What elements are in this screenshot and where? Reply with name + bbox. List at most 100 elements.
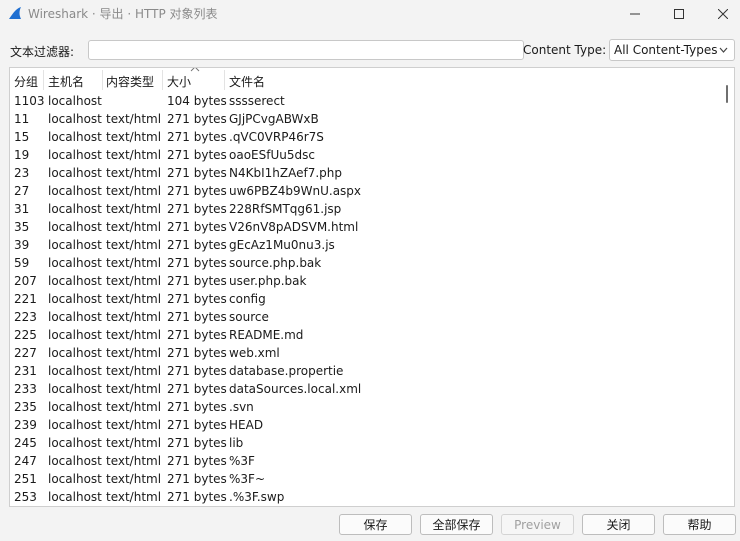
title-bar: Wireshark · 导出 · HTTP 对象列表 bbox=[0, 0, 740, 28]
maximize-button[interactable] bbox=[656, 0, 702, 28]
cell-filename: uw6PBZ4b9WnU.aspx bbox=[229, 184, 362, 198]
window-title: Wireshark · 导出 · HTTP 对象列表 bbox=[28, 7, 218, 21]
table-row[interactable]: 225 localhost text/html 271 bytes README.md bbox=[10, 327, 718, 345]
close-button[interactable]: 关闭 bbox=[582, 514, 655, 535]
column-header-filename[interactable]: 文件名 bbox=[229, 73, 265, 90]
cell-hostname: localhost bbox=[48, 148, 102, 162]
minimize-button[interactable] bbox=[612, 0, 658, 28]
table-row[interactable]: 231 localhost text/html 271 bytes database.p… bbox=[10, 363, 718, 381]
table-row[interactable]: 35 localhost text/html 271 bytes V26nV8pADSV… bbox=[10, 219, 718, 237]
table-row[interactable]: 239 localhost text/html 271 bytes HEAD bbox=[10, 417, 718, 435]
text-filter-label: 文本过滤器: bbox=[10, 45, 75, 59]
table-row[interactable]: 253 localhost text/html 271 bytes .%3F.swp bbox=[10, 489, 718, 506]
close-window-button[interactable] bbox=[700, 0, 740, 28]
table-row[interactable]: 11 localhost text/html 271 bytes GJjPCvgABWx… bbox=[10, 111, 718, 129]
cell-size: 271 bytes bbox=[167, 202, 227, 216]
column-divider bbox=[102, 70, 103, 90]
cell-size: 271 bytes bbox=[167, 472, 227, 486]
cell-hostname: localhost bbox=[48, 364, 102, 378]
cell-size: 271 bytes bbox=[167, 382, 227, 396]
cell-hostname: localhost bbox=[48, 274, 102, 288]
http-object-table[interactable]: 分组 主机名 内容类型 大小 文件名 1103 localhost 104 byte… bbox=[9, 67, 735, 507]
content-type-value: All Content-Types bbox=[614, 43, 718, 57]
cell-content-type: text/html bbox=[106, 274, 162, 288]
cell-content-type: text/html bbox=[106, 328, 162, 342]
table-row[interactable]: 15 localhost text/html 271 bytes .qVC0VRP46r… bbox=[10, 129, 718, 147]
cell-content-type: text/html bbox=[106, 454, 162, 468]
table-row[interactable]: 23 localhost text/html 271 bytes N4KbI1hZAef… bbox=[10, 165, 718, 183]
cell-size: 271 bytes bbox=[167, 418, 227, 432]
cell-filename: V26nV8pADSVM.html bbox=[229, 220, 359, 234]
preview-button[interactable]: Preview bbox=[501, 514, 574, 535]
scrollbar-thumb[interactable] bbox=[726, 85, 728, 103]
cell-filename: README.md bbox=[229, 328, 304, 342]
cell-filename: GJjPCvgABWxB bbox=[229, 112, 319, 126]
help-button[interactable]: 帮助 bbox=[663, 514, 736, 535]
cell-packet: 247 bbox=[14, 454, 37, 468]
cell-packet: 235 bbox=[14, 400, 37, 414]
cell-filename: source.php.bak bbox=[229, 256, 322, 270]
table-body: 1103 localhost 104 bytes sssserect 11 localho… bbox=[10, 93, 718, 506]
cell-packet: 233 bbox=[14, 382, 37, 396]
cell-hostname: localhost bbox=[48, 454, 102, 468]
text-filter-input[interactable] bbox=[88, 40, 524, 60]
column-divider bbox=[224, 70, 225, 90]
cell-packet: 225 bbox=[14, 328, 37, 342]
table-row[interactable]: 223 localhost text/html 271 bytes source bbox=[10, 309, 718, 327]
table-row[interactable]: 247 localhost text/html 271 bytes %3F bbox=[10, 453, 718, 471]
cell-content-type: text/html bbox=[106, 130, 162, 144]
table-row[interactable]: 207 localhost text/html 271 bytes user.php.b… bbox=[10, 273, 718, 291]
save-all-button[interactable]: 全部保存 bbox=[420, 514, 493, 535]
column-header-hostname[interactable]: 主机名 bbox=[48, 73, 84, 90]
cell-content-type: text/html bbox=[106, 166, 162, 180]
table-row[interactable]: 1103 localhost 104 bytes sssserect bbox=[10, 93, 718, 111]
table-row[interactable]: 235 localhost text/html 271 bytes .svn bbox=[10, 399, 718, 417]
cell-packet: 221 bbox=[14, 292, 37, 306]
table-row[interactable]: 221 localhost text/html 271 bytes config bbox=[10, 291, 718, 309]
cell-content-type: text/html bbox=[106, 256, 162, 270]
column-header-size[interactable]: 大小 bbox=[167, 73, 191, 90]
cell-size: 271 bytes bbox=[167, 454, 227, 468]
column-header-packet[interactable]: 分组 bbox=[14, 73, 38, 90]
cell-hostname: localhost bbox=[48, 382, 102, 396]
sort-ascending-icon bbox=[190, 68, 200, 72]
cell-packet: 59 bbox=[14, 256, 30, 270]
table-row[interactable]: 19 localhost text/html 271 bytes oaoESfUu5ds… bbox=[10, 147, 718, 165]
table-row[interactable]: 233 localhost text/html 271 bytes dataSource… bbox=[10, 381, 718, 399]
cell-filename: HEAD bbox=[229, 418, 264, 432]
cell-hostname: localhost bbox=[48, 310, 102, 324]
table-row[interactable]: 31 localhost text/html 271 bytes 228RfSMTqg6… bbox=[10, 201, 718, 219]
content-type-label: Content Type: bbox=[523, 43, 607, 57]
cell-size: 271 bytes bbox=[167, 436, 227, 450]
column-header-content-type[interactable]: 内容类型 bbox=[106, 73, 154, 90]
cell-content-type: text/html bbox=[106, 148, 162, 162]
cell-hostname: localhost bbox=[48, 166, 102, 180]
cell-hostname: localhost bbox=[48, 112, 102, 126]
cell-size: 271 bytes bbox=[167, 400, 227, 414]
cell-hostname: localhost bbox=[48, 328, 102, 342]
cell-packet: 11 bbox=[14, 112, 30, 126]
cell-packet: 245 bbox=[14, 436, 37, 450]
cell-size: 271 bytes bbox=[167, 346, 227, 360]
cell-content-type: text/html bbox=[106, 400, 162, 414]
cell-size: 271 bytes bbox=[167, 490, 227, 504]
cell-size: 271 bytes bbox=[167, 256, 227, 270]
save-button[interactable]: 保存 bbox=[339, 514, 412, 535]
table-row[interactable]: 59 localhost text/html 271 bytes source.php.… bbox=[10, 255, 718, 273]
cell-content-type: text/html bbox=[106, 112, 162, 126]
cell-hostname: localhost bbox=[48, 490, 102, 504]
cell-hostname: localhost bbox=[48, 418, 102, 432]
cell-size: 271 bytes bbox=[167, 310, 227, 324]
table-row[interactable]: 27 localhost text/html 271 bytes uw6PBZ4b9Wn… bbox=[10, 183, 718, 201]
table-row[interactable]: 227 localhost text/html 271 bytes web.xml bbox=[10, 345, 718, 363]
table-row[interactable]: 251 localhost text/html 271 bytes %3F~ bbox=[10, 471, 718, 489]
table-row[interactable]: 39 localhost text/html 271 bytes gEcAz1Mu0nu… bbox=[10, 237, 718, 255]
cell-size: 104 bytes bbox=[167, 94, 227, 108]
content-type-select[interactable]: All Content-Types bbox=[609, 39, 735, 61]
vertical-scrollbar[interactable] bbox=[719, 68, 734, 506]
cell-content-type: text/html bbox=[106, 346, 162, 360]
cell-filename: database.propertie bbox=[229, 364, 344, 378]
cell-packet: 253 bbox=[14, 490, 37, 504]
cell-hostname: localhost bbox=[48, 202, 102, 216]
table-row[interactable]: 245 localhost text/html 271 bytes lib bbox=[10, 435, 718, 453]
